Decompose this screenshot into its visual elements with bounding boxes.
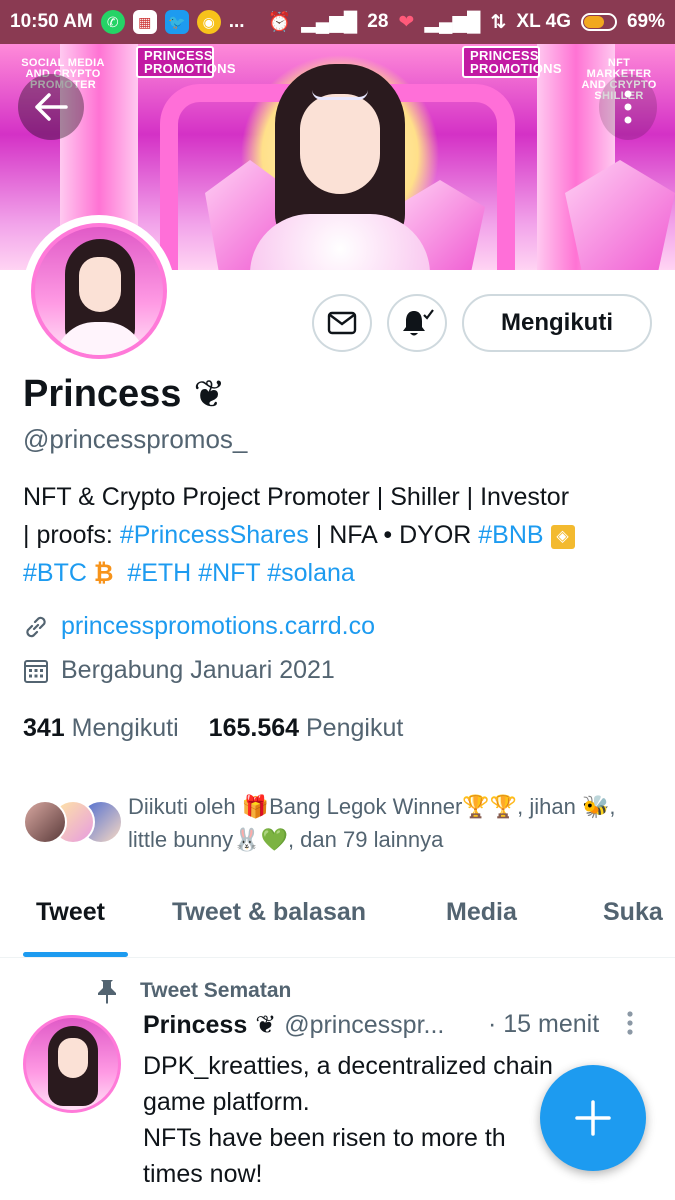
profile-name: Princess xyxy=(23,373,182,415)
tab-likes[interactable]: Suka xyxy=(603,898,663,927)
follower-avatar xyxy=(23,800,67,844)
tweet-more-button[interactable] xyxy=(626,1010,634,1042)
bell-check-icon xyxy=(403,309,434,336)
following-label: Mengikuti xyxy=(71,714,179,742)
tweet-author-emoji: ❦ xyxy=(255,1011,277,1039)
notifications-button[interactable] xyxy=(387,294,447,352)
calendar-icon xyxy=(24,659,48,683)
data-arrows-icon: ⇅ xyxy=(490,11,507,33)
hashtag-bnb[interactable]: #BNB xyxy=(478,521,543,549)
following-count-link[interactable]: 341 Mengikuti xyxy=(23,714,179,743)
following-button[interactable]: Mengikuti xyxy=(462,294,652,352)
hashtag-nft[interactable]: #NFT xyxy=(198,559,260,587)
banner-tiara xyxy=(312,84,368,100)
profile-bio: NFT & Crypto Project Promoter | Shiller … xyxy=(23,478,653,593)
banner-badge-center-right: PRINCESS PROMOTIONS xyxy=(462,46,562,78)
more-vertical-icon xyxy=(624,90,632,124)
name-emoji: ❦ xyxy=(193,374,226,416)
profile-website-row[interactable]: princesspromotions.carrd.co xyxy=(23,612,375,641)
hashtag-solana[interactable]: #solana xyxy=(267,559,355,587)
bitcoin-emoji-icon: ₿ xyxy=(93,560,114,587)
tab-tweets-replies[interactable]: Tweet & balasan xyxy=(172,898,366,927)
profile-name-row: Princess ❦ xyxy=(23,372,225,417)
hashtag-btc[interactable]: #BTC xyxy=(23,559,87,587)
followers-count-link[interactable]: 165.564 Pengikut xyxy=(209,714,404,743)
profile-counts: 341 Mengikuti 165.564 Pengikut xyxy=(23,714,403,743)
battery-icon xyxy=(580,13,617,31)
pinned-label-text: Tweet Sematan xyxy=(140,979,292,1002)
status-time: 10:50 AM xyxy=(10,11,93,32)
profile-website-link[interactable]: princesspromotions.carrd.co xyxy=(61,612,375,641)
signal2-icon: ▂▄▆█ xyxy=(424,11,481,33)
tweet-header: Princess ❦ @princesspr... xyxy=(143,1010,444,1040)
profile-tabs: Tweet Tweet & balasan Media Suka xyxy=(0,880,675,958)
status-bar: 10:50 AM ✆ ▦ 🐦 ◉ ... ⏰ ▂▄▆█ 28 ❤ ▂▄▆█ ⇅ … xyxy=(0,0,675,44)
followed-by-section[interactable]: Diikuti oleh 🎁Bang Legok Winner🏆🏆, jihan… xyxy=(23,790,653,860)
signal-icon: ▂▄▆█ xyxy=(301,11,358,33)
tweet-author-name[interactable]: Princess xyxy=(143,1011,247,1040)
tweet-timestamp: · 15 menit xyxy=(488,1010,600,1038)
profile-handle: @princesspromos_ xyxy=(23,424,248,454)
hashtag-eth[interactable]: #ETH xyxy=(127,559,191,587)
whatsapp-icon: ✆ xyxy=(100,10,125,34)
alarm-icon: ⏰ xyxy=(267,12,292,33)
network-label: XL 4G xyxy=(516,11,571,32)
profile-avatar[interactable] xyxy=(23,215,175,367)
calendar-icon: ▦ xyxy=(132,10,157,34)
hashtag-princessshares[interactable]: #PrincessShares xyxy=(120,521,309,549)
banner-badge-center-left: PRINCESS PROMOTIONS xyxy=(136,46,236,78)
tweet-author-handle: @princesspr... xyxy=(284,1010,445,1039)
tab-tweets[interactable]: Tweet xyxy=(36,898,105,927)
followed-by-text: Diikuti oleh 🎁Bang Legok Winner🏆🏆, jihan… xyxy=(128,794,616,852)
battery-percent: 69% xyxy=(626,11,665,32)
tweet-author-avatar[interactable] xyxy=(23,1015,121,1113)
heart-icon: ❤ xyxy=(398,11,415,33)
profile-joined-date: Bergabung Januari 2021 xyxy=(61,656,335,684)
following-count: 341 xyxy=(23,714,65,742)
bio-line-2: | proofs: #PrincessShares | NFA • DYOR #… xyxy=(23,516,653,554)
active-tab-indicator xyxy=(23,952,128,957)
message-button[interactable] xyxy=(312,294,372,352)
pin-icon xyxy=(98,980,116,1004)
followers-label: Pengikut xyxy=(306,714,404,742)
twitter-icon: 🐦 xyxy=(164,10,189,34)
bio-line-1: NFT & Crypto Project Promoter | Shiller … xyxy=(23,483,570,511)
camera-icon: ◉ xyxy=(196,10,221,34)
more-vertical-icon xyxy=(627,1011,633,1035)
link-icon xyxy=(26,616,46,637)
profile-joined-row: Bergabung Januari 2021 xyxy=(23,656,335,685)
plus-icon xyxy=(575,1100,611,1136)
pinned-tweet-label: Tweet Sematan xyxy=(96,978,291,1004)
banner-portrait-face xyxy=(300,94,380,194)
signal-value: 28 xyxy=(367,11,389,32)
more-notifications: ... xyxy=(228,11,245,32)
bio-line-3: #BTC ₿ #ETH #NFT #solana xyxy=(23,554,653,593)
compose-tweet-button[interactable] xyxy=(540,1065,646,1171)
back-button[interactable] xyxy=(18,74,84,140)
bnb-emoji-icon: ◈ xyxy=(550,525,575,549)
avatar-image xyxy=(31,223,167,359)
back-arrow-icon xyxy=(35,93,68,121)
envelope-icon xyxy=(327,311,357,335)
more-options-button[interactable] xyxy=(599,74,657,140)
tab-media[interactable]: Media xyxy=(446,898,517,927)
followers-count: 165.564 xyxy=(208,714,300,742)
